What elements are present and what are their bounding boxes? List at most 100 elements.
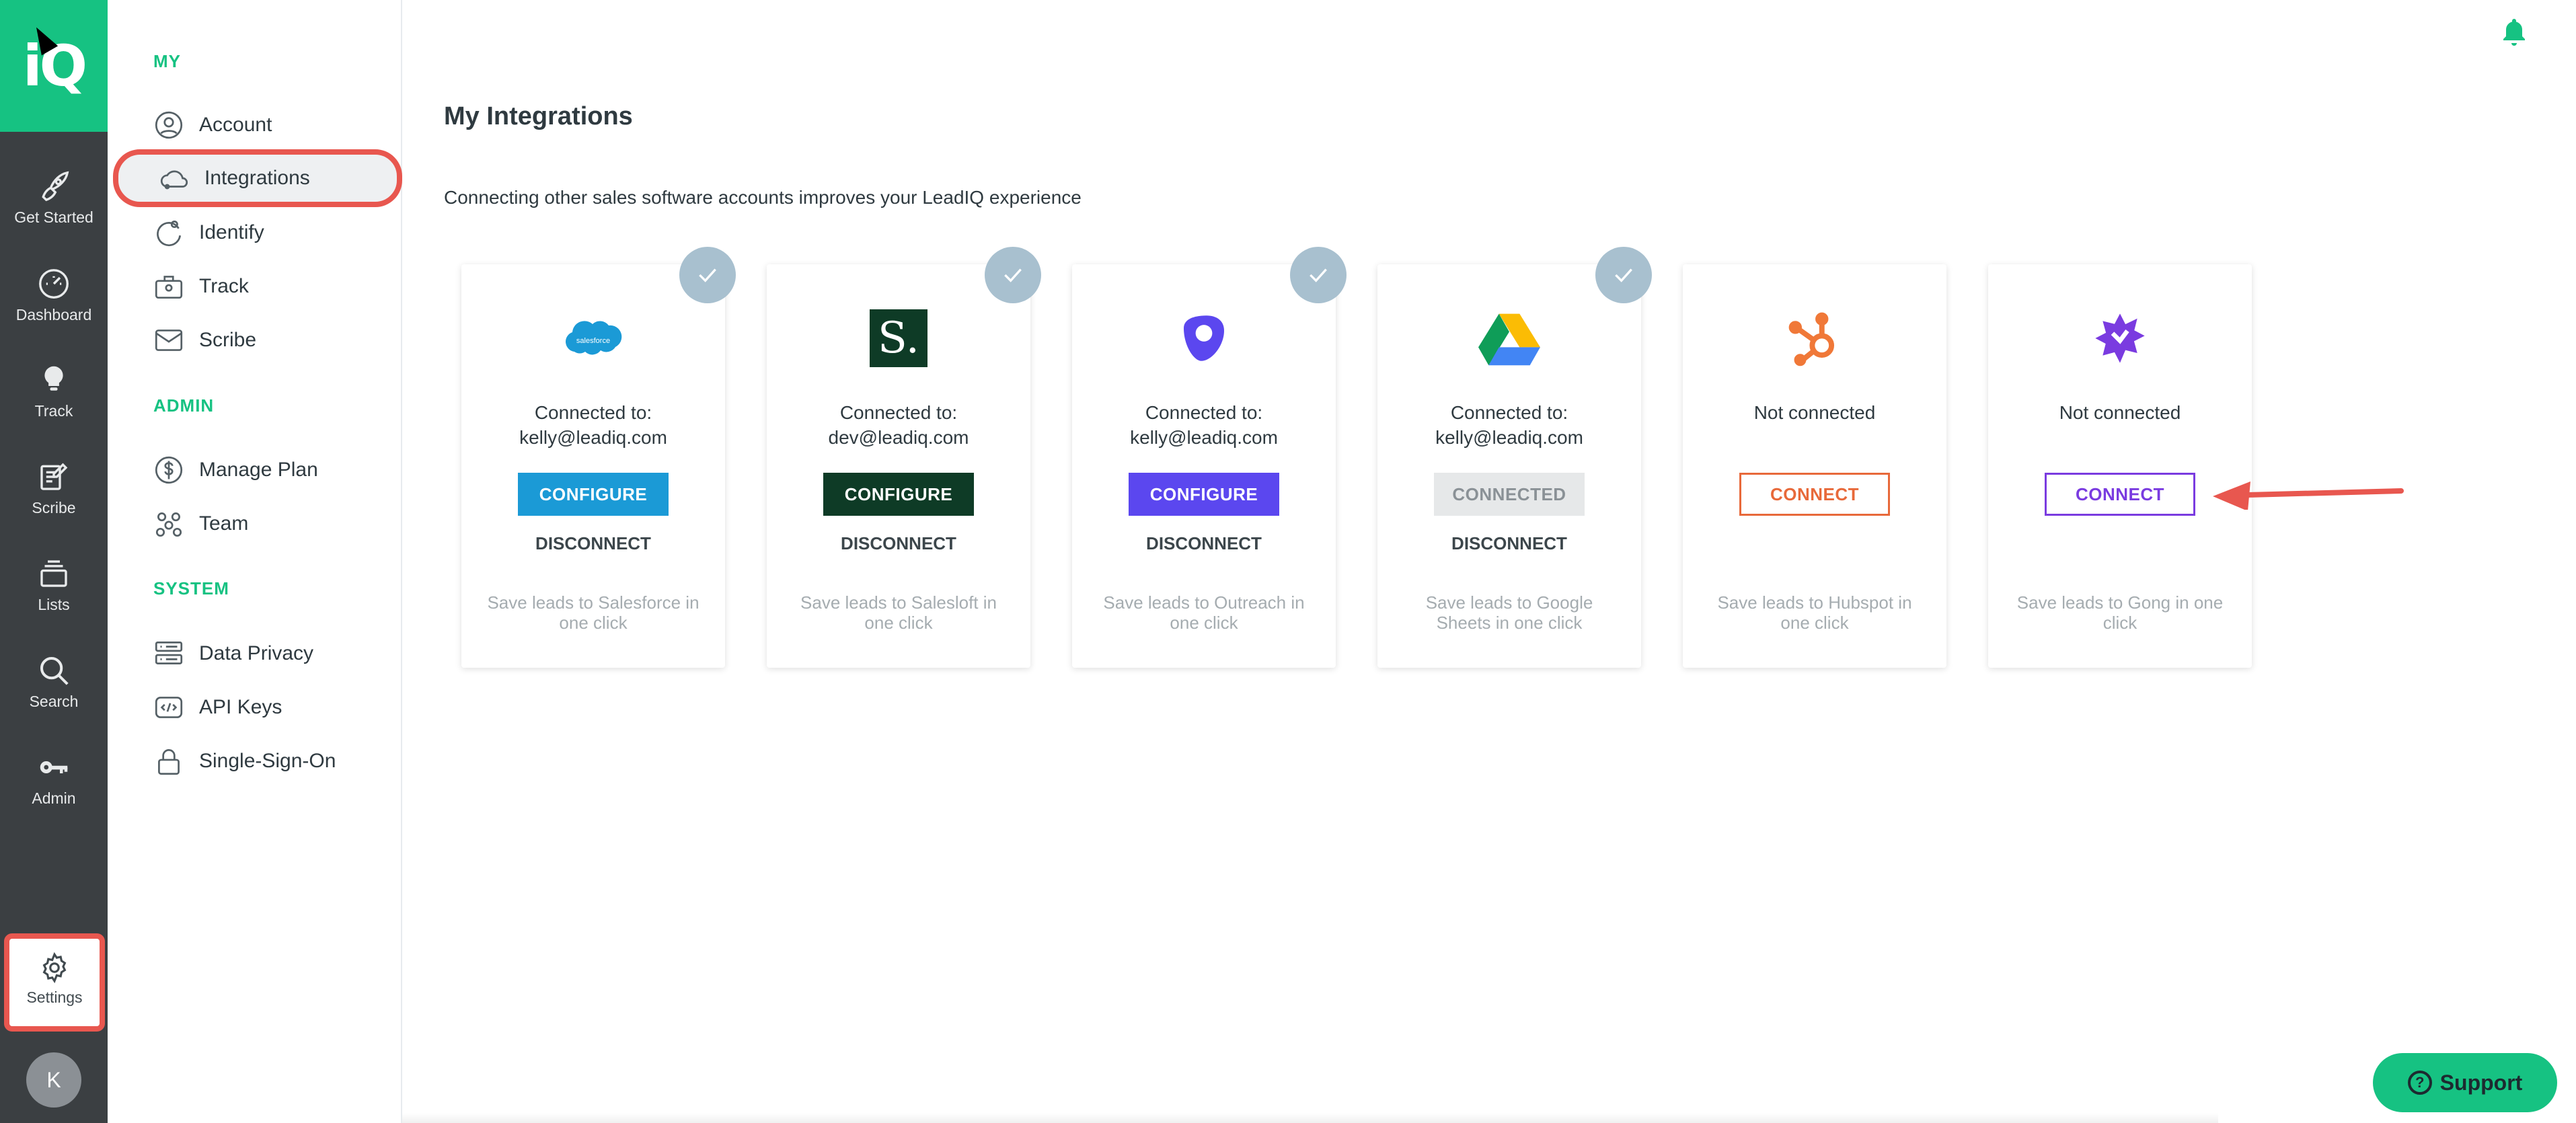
dollar-icon: [155, 456, 183, 484]
search-icon: [40, 656, 69, 685]
integration-card-outreach: Connected to: kelly@leadiq.com CONFIGURE …: [1072, 247, 1347, 668]
rail-item-track[interactable]: Track: [0, 362, 108, 442]
avatar[interactable]: K: [26, 1052, 81, 1108]
salesforce-logo: salesforce: [461, 305, 725, 372]
sidebar-item-identify[interactable]: Identify: [152, 214, 264, 251]
integration-description: Save leads to Salesloft in one click: [800, 592, 997, 633]
page-subtitle: Connecting other sales software accounts…: [444, 187, 1082, 208]
sidebar-item-label: Data Privacy: [199, 642, 314, 664]
notification-bell-icon[interactable]: [2498, 16, 2530, 48]
connect-button-gong[interactable]: CONNECT: [2045, 473, 2195, 516]
rail-label: Get Started: [14, 208, 93, 226]
sidebar-item-label: Single-Sign-On: [199, 750, 336, 772]
rail-label: Admin: [32, 789, 76, 807]
connection-status: Connected to: dev@leadiq.com: [828, 402, 969, 448]
rail-item-lists[interactable]: Lists: [0, 555, 108, 636]
support-button[interactable]: ? Support: [2373, 1053, 2557, 1112]
scribe-icon: [40, 463, 68, 490]
settings-sidebar: MY Account Integrations Identify Track S…: [108, 0, 402, 1123]
rail-label: Dashboard: [15, 306, 92, 323]
support-label: Support: [2439, 1070, 2523, 1095]
outreach-logo: [1072, 305, 1336, 372]
configure-button-salesloft[interactable]: CONFIGURE: [823, 473, 974, 516]
page-title: My Integrations: [444, 102, 633, 130]
mail-icon: [155, 330, 183, 351]
sidebar-item-account[interactable]: Account: [152, 106, 272, 144]
connected-check-icon: [985, 247, 1041, 303]
rail-label: Scribe: [32, 499, 76, 516]
sidebar-item-api-keys[interactable]: API Keys: [152, 689, 282, 726]
connection-status: Not connected: [2059, 402, 2181, 423]
section-heading-admin: ADMIN: [153, 395, 215, 416]
gong-logo: [1988, 305, 2252, 372]
salesloft-logo: S.: [767, 305, 1030, 372]
configure-button-salesforce[interactable]: CONFIGURE: [518, 473, 669, 516]
google-drive-logo: [1377, 305, 1641, 372]
briefcase-icon: [155, 276, 183, 299]
integration-card-hubspot: Not connected CONNECT Save leads to Hubs…: [1683, 264, 1946, 668]
key-icon: [40, 761, 68, 773]
integration-card-google-sheets: Connected to: kelly@leadiq.com CONNECTED …: [1377, 247, 1652, 668]
integration-description: Save leads to Gong in one click: [2016, 592, 2224, 633]
configure-button-outreach[interactable]: CONFIGURE: [1129, 473, 1279, 516]
rail-item-get-started[interactable]: Get Started: [0, 168, 108, 249]
disconnect-button-salesloft[interactable]: DISCONNECT: [767, 533, 1030, 554]
sidebar-item-label: Scribe: [199, 329, 257, 351]
rail-item-scribe[interactable]: Scribe: [0, 459, 108, 539]
sidebar-item-scribe[interactable]: Scribe: [152, 321, 256, 359]
server-icon: [155, 641, 183, 664]
integration-description: Save leads to Google Sheets in one click: [1425, 592, 1593, 633]
help-icon: ?: [2407, 1071, 2432, 1095]
sidebar-item-track[interactable]: Track: [152, 268, 249, 305]
connection-status: Connected to: kelly@leadiq.com: [1435, 402, 1583, 448]
hubspot-logo: [1683, 305, 1946, 372]
sidebar-item-label: Account: [199, 114, 272, 136]
rail-item-admin[interactable]: Admin: [0, 749, 108, 830]
rail-item-settings[interactable]: Settings: [4, 933, 105, 1032]
leadiq-logo[interactable]: iQ: [0, 0, 108, 132]
connected-check-icon: [1595, 247, 1652, 303]
connection-status: Connected to: kelly@leadiq.com: [1130, 402, 1278, 448]
gear-icon: [42, 952, 67, 984]
cloud-icon: [160, 170, 188, 190]
stack-icon: [40, 560, 67, 587]
sidebar-item-manage-plan[interactable]: Manage Plan: [152, 451, 318, 489]
sidebar-item-label: Team: [199, 512, 249, 535]
section-heading-my: MY: [153, 51, 181, 71]
disconnect-button-outreach[interactable]: DISCONNECT: [1072, 533, 1336, 554]
integration-description: Save leads to Salesforce in one click: [487, 592, 699, 633]
sidebar-item-label: Identify: [199, 221, 264, 243]
connected-button-google-sheets: CONNECTED: [1434, 473, 1585, 516]
identify-icon: [157, 220, 182, 247]
connection-status: Not connected: [1753, 402, 1876, 423]
rail-item-dashboard[interactable]: Dashboard: [0, 266, 108, 346]
connected-check-icon: [1290, 247, 1347, 303]
sidebar-item-integrations[interactable]: Integrations: [113, 149, 402, 207]
integration-description: Save leads to Hubspot in one click: [1717, 592, 1912, 633]
integration-card-gong: Not connected CONNECT Save leads to Gong…: [1988, 264, 2252, 668]
lock-icon: [158, 749, 180, 775]
salesforce-logo-text: salesforce: [576, 337, 610, 345]
sidebar-item-single-sign-on[interactable]: Single-Sign-On: [152, 742, 336, 780]
user-circle-icon: [155, 111, 183, 139]
sidebar-item-team[interactable]: Team: [152, 505, 248, 543]
section-heading-system: SYSTEM: [153, 578, 229, 598]
bottom-shadow: [402, 1113, 2218, 1123]
nav-rail: iQ Get Started Dashboard Track Scribe Li…: [0, 0, 108, 1123]
annotation-arrow-icon: [2213, 481, 2404, 510]
lightbulb-icon: [44, 366, 63, 391]
rail-label: Track: [34, 402, 73, 420]
rail-label: Lists: [38, 596, 70, 613]
sidebar-item-label: Track: [199, 275, 249, 297]
integration-description: Save leads to Outreach in one click: [1103, 592, 1305, 633]
connect-button-hubspot[interactable]: CONNECT: [1739, 473, 1890, 516]
sidebar-item-label: API Keys: [199, 696, 282, 718]
sidebar-item-label: Integrations: [204, 167, 310, 189]
integration-card-salesforce: salesforce Connected to: kelly@leadiq.com…: [461, 247, 736, 668]
rail-item-search[interactable]: Search: [0, 652, 108, 733]
disconnect-button-salesforce[interactable]: DISCONNECT: [461, 533, 725, 554]
salesloft-logo-text: S.: [878, 313, 919, 363]
integration-card-salesloft: S. Connected to: dev@leadiq.com CONFIGURE…: [767, 247, 1041, 668]
disconnect-button-google-sheets[interactable]: DISCONNECT: [1377, 533, 1641, 554]
sidebar-item-data-privacy[interactable]: Data Privacy: [152, 635, 313, 672]
